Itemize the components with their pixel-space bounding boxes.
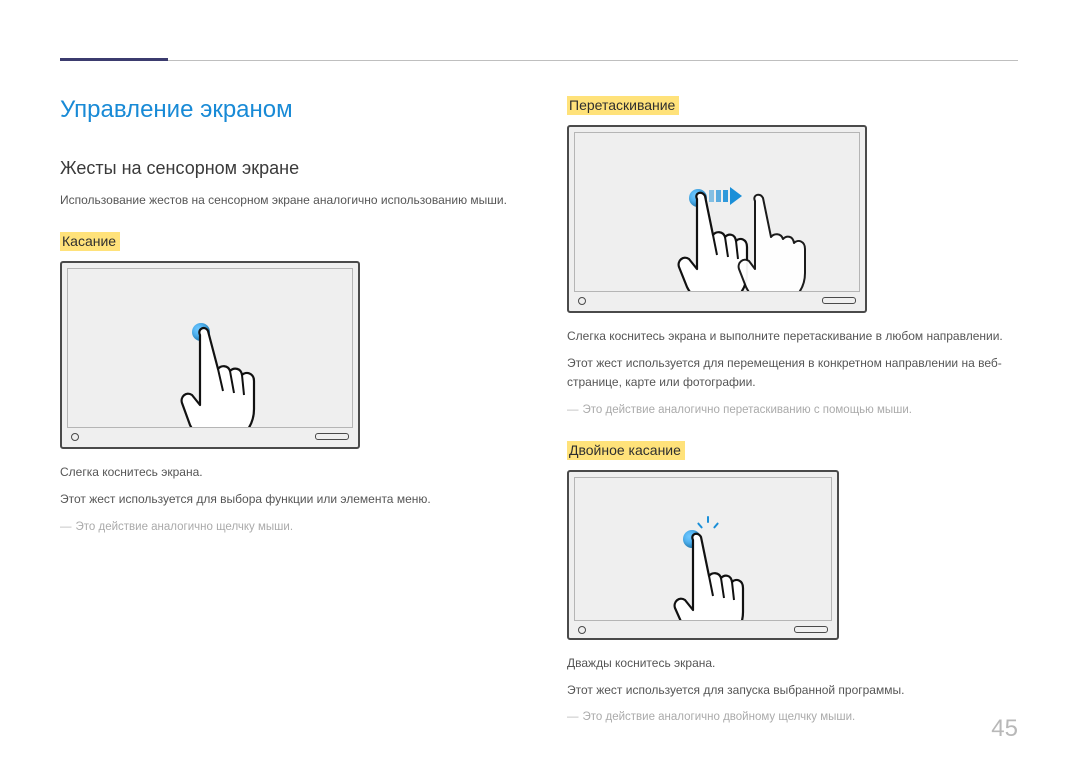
drag-section-label: Перетаскивание — [567, 96, 679, 115]
section-subtitle: Жесты на сенсорном экране — [60, 158, 511, 179]
page-title: Управление экраном — [60, 96, 511, 124]
doubletap-paragraph-1: Дважды коснитесь экрана. — [567, 654, 1018, 673]
drag-note: Это действие аналогично перетаскиванию с… — [567, 401, 1018, 419]
touch-illustration — [60, 261, 360, 449]
touch-illustration-inner — [67, 268, 353, 428]
touch-section-label: Касание — [60, 232, 120, 251]
header-divider — [60, 60, 1018, 61]
doubletap-paragraph-2: Этот жест используется для запуска выбра… — [567, 681, 1018, 700]
hand-drag-ghost-icon — [733, 193, 829, 292]
manual-page: Управление экраном Жесты на сенсорном эк… — [0, 0, 1080, 763]
drag-illustration — [567, 125, 867, 313]
drag-paragraph-1: Слегка коснитесь экрана и выполните пере… — [567, 327, 1018, 346]
doubletap-illustration-inner — [574, 477, 832, 621]
intro-paragraph: Использование жестов на сенсорном экране… — [60, 191, 511, 210]
hand-doubletap-icon — [669, 532, 769, 621]
left-column: Управление экраном Жесты на сенсорном эк… — [60, 96, 511, 735]
page-number: 45 — [991, 715, 1018, 743]
right-column: Перетаскивание Слегка — [567, 96, 1018, 735]
touch-paragraph-1: Слегка коснитесь экрана. — [60, 463, 511, 482]
doubletap-note: Это действие аналогично двойному щелчку … — [567, 708, 1018, 726]
drag-illustration-inner — [574, 132, 860, 292]
header-accent-bar — [60, 58, 168, 61]
hand-icon — [178, 325, 288, 428]
screen-bezel-controls — [574, 621, 832, 633]
doubletap-illustration — [567, 470, 839, 640]
screen-bezel-controls — [574, 292, 860, 306]
doubletap-section-label: Двойное касание — [567, 441, 685, 460]
touch-paragraph-2: Этот жест используется для выбора функци… — [60, 490, 511, 509]
touch-note: Это действие аналогично щелчку мыши. — [60, 518, 511, 536]
screen-bezel-controls — [67, 428, 353, 442]
drag-paragraph-2: Этот жест используется для перемещения в… — [567, 354, 1018, 392]
content-columns: Управление экраном Жесты на сенсорном эк… — [60, 54, 1018, 735]
